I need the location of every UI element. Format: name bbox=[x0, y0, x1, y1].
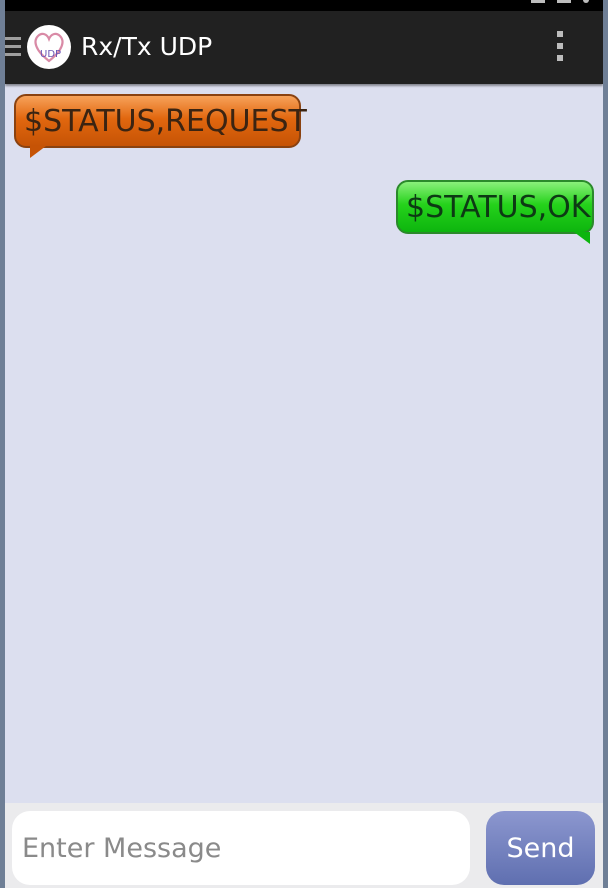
action-bar: UDP Rx/Tx UDP bbox=[5, 11, 603, 84]
vertical-dots-icon[interactable] bbox=[555, 31, 565, 65]
send-button[interactable]: Send bbox=[486, 811, 595, 885]
message-text: $STATUS,OK bbox=[406, 190, 591, 225]
app-title: Rx/Tx UDP bbox=[81, 32, 213, 61]
message-list: $STATUS,REQUEST $STATUS,OK bbox=[5, 84, 603, 803]
status-bar bbox=[5, 0, 603, 11]
message-bubble-received: $STATUS,REQUEST bbox=[14, 94, 307, 158]
hamburger-menu-icon[interactable] bbox=[5, 37, 21, 57]
message-input[interactable] bbox=[12, 811, 470, 885]
message-bubble-sent: $STATUS,OK bbox=[396, 180, 594, 244]
message-composer: Send bbox=[5, 803, 603, 888]
bubble-tail bbox=[30, 146, 46, 158]
signal-icon bbox=[531, 0, 545, 3]
battery-icon bbox=[557, 0, 571, 3]
logo-text: UDP bbox=[40, 49, 61, 60]
app-screen: UDP Rx/Tx UDP $STATUS,REQUEST $STATUS,OK… bbox=[5, 0, 603, 888]
bubble-tail bbox=[574, 232, 590, 244]
wifi-icon bbox=[583, 0, 589, 3]
message-text: $STATUS,REQUEST bbox=[24, 104, 307, 139]
heart-logo-icon[interactable]: UDP bbox=[27, 25, 71, 69]
